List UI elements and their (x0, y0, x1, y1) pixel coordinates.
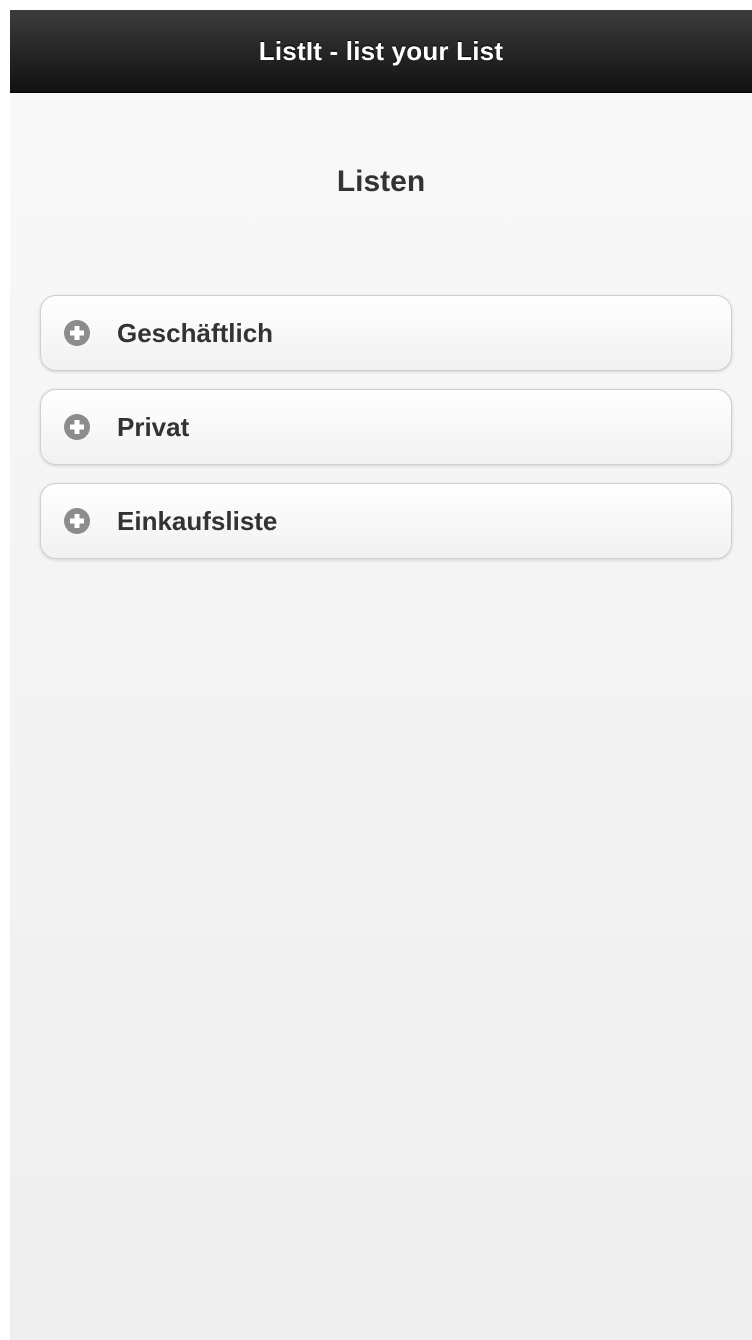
list-item-label: Einkaufsliste (117, 505, 278, 536)
page-title: Listen (336, 165, 426, 198)
list-item-label: Geschäftlich (117, 317, 274, 348)
plus-circle-icon (63, 319, 91, 347)
plus-circle-icon (63, 507, 91, 535)
plus-circle-icon (63, 413, 91, 441)
list-item-privat[interactable]: Privat (40, 389, 732, 465)
list-item-einkaufsliste[interactable]: Einkaufsliste (40, 483, 732, 559)
app-viewport: ListIt - list your List Listen Geschäftl… (10, 10, 752, 1340)
app-header: ListIt - list your List (10, 10, 752, 93)
list-item-label: Privat (117, 411, 190, 442)
list-item-geschaeftlich[interactable]: Geschäftlich (40, 295, 732, 371)
lists-container: Geschäftlich Privat Einkaufsliste (40, 295, 732, 577)
app-title: ListIt - list your List (258, 35, 504, 66)
